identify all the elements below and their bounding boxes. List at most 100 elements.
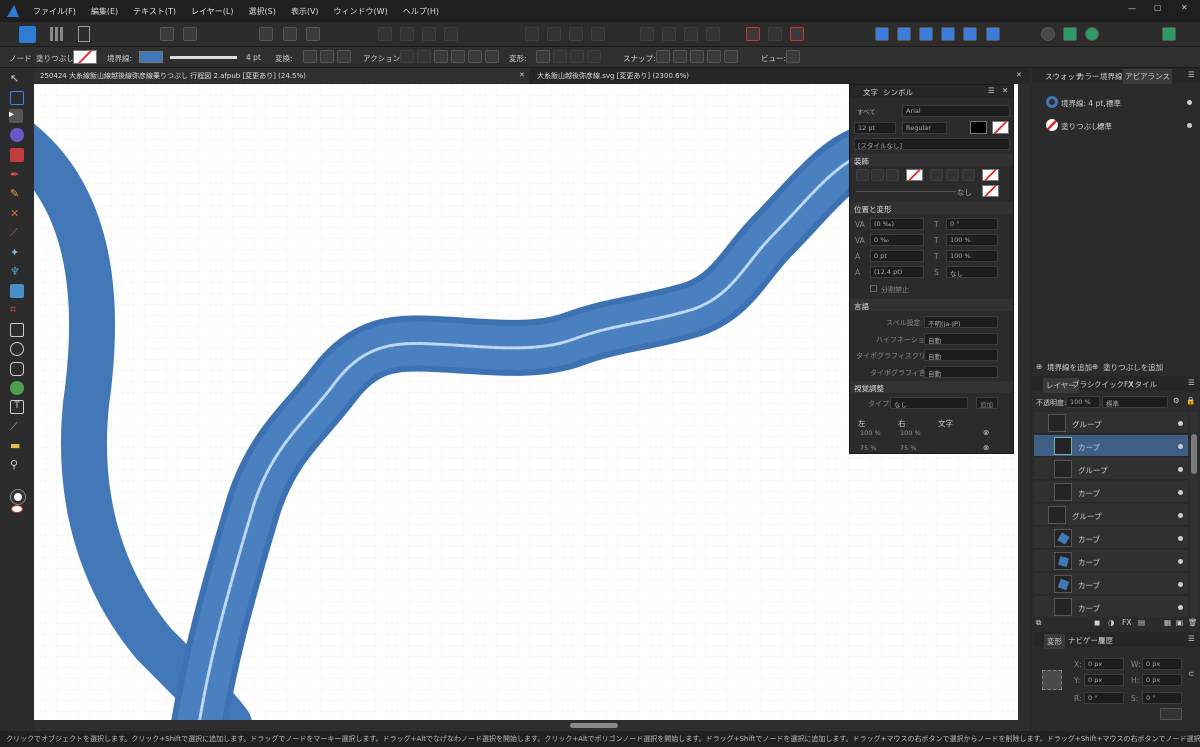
visibility-icon[interactable] (1178, 513, 1183, 518)
no-break-checkbox[interactable] (870, 285, 877, 292)
gear-icon[interactable]: ⚙ (1173, 396, 1180, 405)
boolean-divide-icon[interactable] (706, 27, 720, 41)
h-field[interactable]: 0 px (1142, 674, 1182, 686)
row1-left[interactable]: 100 % (860, 429, 881, 437)
layer-row[interactable]: カーブ (1034, 481, 1188, 503)
appearance-fill-row[interactable]: 塗りつぶし: 標準 (1036, 117, 1196, 135)
swap-colors-icon[interactable] (11, 505, 23, 513)
insert-front-icon[interactable] (919, 27, 933, 41)
pen-tool-icon[interactable]: ✒ (10, 168, 24, 182)
insert-selection-icon[interactable] (986, 27, 1000, 41)
double-strike-icon[interactable] (946, 169, 959, 181)
w-field[interactable]: 0 px (1142, 658, 1182, 670)
visibility-icon[interactable] (1178, 421, 1183, 426)
text-color-swatch[interactable] (970, 121, 987, 134)
font-family-select[interactable]: Arial (902, 105, 1010, 117)
boolean-add-icon[interactable] (640, 27, 654, 41)
panel-close-icon[interactable]: ✕ (1002, 86, 1008, 95)
underline-color-swatch[interactable] (906, 169, 923, 181)
arrange-back-icon[interactable] (378, 27, 392, 41)
maximize-button[interactable]: ▢ (1154, 3, 1162, 12)
add-fill-button[interactable]: ⊕ 塗りつぶしを追加 (1092, 361, 1172, 373)
assistant-icon[interactable] (1063, 27, 1077, 41)
move-tool-icon[interactable]: ↖ (10, 72, 24, 86)
underline-style-icon[interactable] (886, 169, 899, 181)
artboard-tool-icon[interactable] (10, 91, 24, 105)
menu-file[interactable]: ファイル(F) (33, 6, 76, 17)
align-nodes-right-icon[interactable] (587, 50, 601, 63)
tab-appearance[interactable]: アピアランス (1123, 69, 1172, 84)
insert-behind-icon[interactable] (897, 27, 911, 41)
layer-row[interactable]: グループ (1034, 458, 1188, 480)
snap-handle-icon[interactable] (707, 50, 721, 63)
visibility-icon[interactable] (1178, 536, 1183, 541)
align-nodes-left-icon[interactable] (553, 50, 567, 63)
layer-row[interactable]: カーブ (1034, 596, 1188, 618)
visibility-icon[interactable] (1178, 559, 1183, 564)
stroke-swatch[interactable] (139, 51, 163, 63)
ellipse-tool-icon[interactable] (10, 342, 24, 356)
tab-brushes[interactable]: ブラシ (1072, 379, 1094, 390)
v-scale-field[interactable]: 100 % (946, 250, 998, 262)
tab-color[interactable]: カラー (1077, 71, 1100, 82)
rounded-rectangle-tool-icon[interactable] (10, 362, 24, 376)
layer-row[interactable]: カーブ (1034, 527, 1188, 549)
text-style-select[interactable]: [スタイルなし] (854, 138, 1010, 150)
anchor-point-icon[interactable] (1042, 670, 1062, 690)
remove-row-icon[interactable]: ⊗ (983, 428, 989, 437)
hyphen-select[interactable]: 自動 (924, 333, 998, 345)
row2-right[interactable]: 75 % (900, 444, 917, 452)
preferences-icon[interactable] (1085, 27, 1099, 41)
visibility-icon[interactable] (1187, 100, 1192, 105)
crop-tool-icon[interactable]: ⌗ (10, 303, 24, 317)
panel-menu-icon[interactable]: ☰ (1188, 634, 1195, 643)
add-stroke-button[interactable]: ⊕ 境界線を追加 (1036, 361, 1096, 373)
break-curve-icon[interactable] (400, 50, 414, 63)
fill-tool-icon[interactable]: ✦ (10, 246, 24, 260)
insert-bottom-icon[interactable] (963, 27, 977, 41)
boolean-subtract-icon[interactable] (662, 27, 676, 41)
view-nodes-icon[interactable] (786, 50, 800, 63)
link-icon[interactable]: ⊂ (1188, 669, 1194, 678)
add-layer-icon[interactable]: ▤ (1138, 618, 1145, 627)
boolean-intersect-icon[interactable] (684, 27, 698, 41)
place-image-icon[interactable] (10, 284, 24, 298)
visibility-icon[interactable] (1178, 582, 1183, 587)
tab-styles[interactable]: スタイル (1127, 379, 1157, 390)
close-curve-icon[interactable] (417, 50, 431, 63)
font-collection-select[interactable]: すべて (854, 105, 896, 117)
font-weight-select[interactable]: Regular (902, 122, 947, 134)
contour-tool-icon[interactable] (10, 128, 24, 142)
visibility-icon[interactable] (1187, 123, 1192, 128)
convert-icon[interactable] (485, 50, 499, 63)
paint-brush-icon[interactable]: ⟋ (10, 226, 24, 240)
panel-menu-icon[interactable]: ☰ (988, 86, 995, 95)
node-smooth-icon[interactable] (320, 50, 334, 63)
zoom-tool-icon[interactable]: ⚲ (10, 458, 24, 472)
r-field[interactable]: 0 ° (1084, 692, 1124, 704)
script-select[interactable]: なし (946, 266, 998, 278)
minimize-button[interactable]: — (1128, 4, 1136, 13)
insert-inside-icon[interactable] (875, 27, 889, 41)
close-tab-icon[interactable]: ✕ (519, 71, 525, 79)
node-smart-icon[interactable] (337, 50, 351, 63)
transparency-tool-icon[interactable]: ♆ (10, 265, 24, 279)
menu-text[interactable]: テキスト(T) (133, 6, 176, 17)
section-position[interactable]: 位置と変形 (850, 202, 1013, 214)
flip-h-icon[interactable] (525, 27, 539, 41)
typo-script-select[interactable]: 自動 (924, 349, 998, 361)
visibility-icon[interactable] (1178, 605, 1183, 610)
stroke-width-slider[interactable] (170, 56, 237, 59)
trash-icon[interactable]: 🗑 (1188, 618, 1198, 627)
y-field[interactable]: 0 px (1084, 674, 1124, 686)
panel-menu-icon[interactable]: ☰ (1188, 378, 1195, 387)
snapping-magnet-icon[interactable] (790, 27, 804, 41)
adjustment-icon[interactable]: ◑ (1108, 618, 1115, 627)
layer-row[interactable]: グループ (1034, 412, 1188, 434)
stroke-width-value[interactable]: 4 pt (246, 53, 261, 62)
align-icon[interactable] (259, 27, 273, 41)
gear-icon[interactable] (160, 27, 174, 41)
corner-tool-icon[interactable] (10, 148, 24, 162)
arrange-front-icon[interactable] (444, 27, 458, 41)
new-layer-icon[interactable]: ▣ (1176, 618, 1183, 627)
